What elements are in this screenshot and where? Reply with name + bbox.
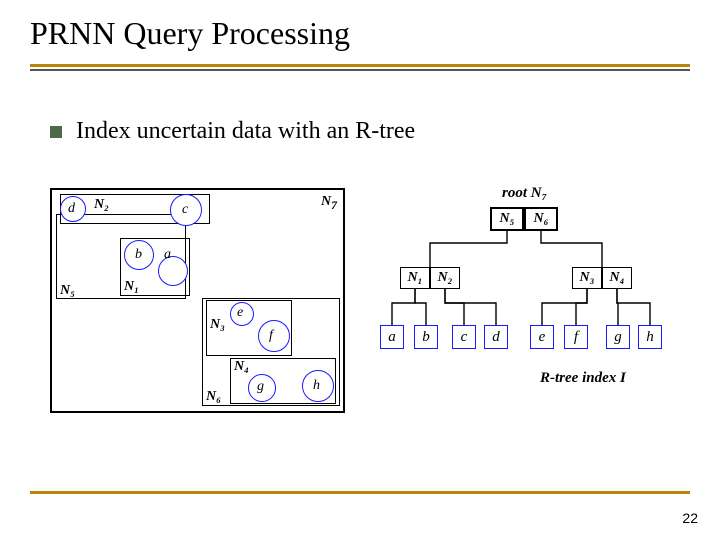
leaf-d: d: [484, 325, 508, 349]
label-b: b: [135, 248, 142, 262]
leaf-c: c: [452, 325, 476, 349]
rtree-diagram: root N₇ N₅ N₆ N₁ N₂ N₃ N₄ a b c d e f g …: [380, 185, 680, 405]
label-f: f: [269, 329, 273, 343]
title-rule: [30, 64, 690, 71]
leaf-g: g: [606, 325, 630, 349]
leaf-b: b: [414, 325, 438, 349]
spatial-n7: N7 N₅ N₂ d c N₁ b a N₆: [50, 188, 345, 413]
leaf-h: h: [638, 325, 662, 349]
square-bullet-icon: [50, 126, 62, 138]
node-N3: N₃: [572, 267, 602, 289]
bullet-text: Index uncertain data with an R-tree: [76, 118, 415, 145]
footer-rule: [30, 491, 690, 494]
bullet-item: Index uncertain data with an R-tree: [50, 118, 415, 145]
circle-f: [258, 320, 290, 352]
slide: PRNN Query Processing Index uncertain da…: [0, 0, 720, 540]
label-N6: N₆: [206, 390, 221, 404]
label-a: a: [164, 248, 171, 262]
label-index: R-tree index I: [540, 370, 626, 387]
label-c: c: [182, 203, 188, 217]
node-N5: N₅: [490, 207, 524, 231]
leaf-a: a: [380, 325, 404, 349]
label-root: root N₇: [502, 185, 547, 202]
circle-a: [158, 256, 188, 286]
label-N7: N7: [321, 194, 337, 212]
label-h: h: [313, 379, 320, 393]
label-d: d: [68, 202, 75, 216]
label-N2: N₂: [94, 198, 109, 212]
node-N6: N₆: [524, 207, 558, 231]
slide-title: PRNN Query Processing: [30, 15, 350, 52]
figure: N7 N₅ N₂ d c N₁ b a N₆: [40, 180, 680, 425]
leaf-f: f: [564, 325, 588, 349]
label-e: e: [237, 306, 243, 320]
node-N4: N₄: [602, 267, 632, 289]
label-N3: N₃: [210, 318, 225, 332]
label-N1: N₁: [124, 280, 139, 294]
leaf-e: e: [530, 325, 554, 349]
page-number: 22: [682, 510, 698, 526]
node-N1: N₁: [400, 267, 430, 289]
label-g: g: [257, 380, 264, 394]
label-N5: N₅: [60, 284, 75, 298]
node-N2: N₂: [430, 267, 460, 289]
label-N4: N₄: [234, 360, 249, 374]
